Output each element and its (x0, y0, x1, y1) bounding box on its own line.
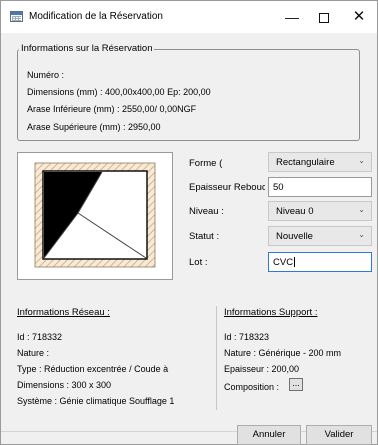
reservation-dialog: Modification de la Réservation — ✕ Infor… (0, 0, 378, 445)
epaisseur-input[interactable]: 50 (268, 177, 372, 197)
maximize-icon (319, 13, 329, 24)
chevron-down-icon: ⌄ (358, 156, 365, 165)
cancel-button[interactable]: Annuler (237, 425, 301, 445)
table-icon (10, 11, 23, 22)
title-bar[interactable]: Modification de la Réservation — ✕ (1, 1, 377, 33)
numero-line: Numéro : (27, 70, 65, 80)
statut-select-value: Nouvelle (276, 231, 313, 242)
forme-select-value: Rectangulaire (276, 157, 335, 168)
section-divider (216, 306, 217, 410)
dimensions-line: Dimensions (mm) : 400,00x400,00 Ep: 200,… (27, 87, 211, 97)
statut-select[interactable]: Nouvelle ⌄ (268, 226, 372, 246)
forme-select[interactable]: Rectangulaire ⌄ (268, 152, 372, 172)
reservation-info-group-title: Informations sur la Réservation (19, 43, 155, 54)
niveau-select-value: Niveau 0 (276, 206, 314, 217)
lot-input[interactable]: CVC (268, 252, 372, 272)
support-info-title: Informations Support : (224, 307, 318, 318)
network-nature: Nature : (17, 348, 50, 358)
close-button[interactable]: ✕ (345, 7, 373, 27)
support-id: Id : 718323 (224, 332, 270, 342)
reservation-preview (17, 152, 173, 280)
network-dimensions: Dimensions : 300 x 300 (17, 380, 112, 390)
arase-inferieure-line: Arase Inférieure (mm) : 2550,00/ 0,00NGF (27, 104, 197, 114)
epaisseur-value: 50 (273, 182, 284, 193)
epaisseur-label: Epaisseur Rebouc (189, 182, 265, 193)
maximize-button[interactable] (310, 7, 338, 27)
lot-value: CVC (273, 257, 294, 268)
validate-button[interactable]: Valider (306, 425, 372, 445)
minimize-button[interactable]: — (278, 7, 306, 27)
support-epaisseur: Epaisseur : 200,00 (224, 364, 300, 374)
network-info-title: Informations Réseau : (17, 307, 110, 318)
niveau-select[interactable]: Niveau 0 ⌄ (268, 201, 372, 221)
lot-label: Lot : (189, 257, 208, 268)
reservation-preview-drawing (34, 162, 156, 268)
niveau-label: Niveau : (189, 206, 224, 217)
text-caret (294, 257, 296, 268)
composition-button[interactable]: ... (289, 378, 303, 391)
network-systeme: Système : Génie climatique Soufflage 1 (17, 396, 175, 406)
forme-label: Forme ( (189, 158, 223, 169)
network-id: Id : 718332 (17, 332, 63, 342)
arase-superieure-line: Arase Supérieure (mm) : 2950,00 (27, 122, 161, 132)
support-composition: Composition : (224, 382, 280, 392)
statut-label: Statut : (189, 231, 220, 242)
chevron-down-icon: ⌄ (358, 205, 365, 214)
support-nature: Nature : Générique - 200 mm (224, 348, 342, 358)
chevron-down-icon: ⌄ (358, 230, 365, 239)
network-type: Type : Réduction excentrée / Coude à (17, 364, 169, 374)
window-title: Modification de la Réservation (29, 11, 163, 22)
